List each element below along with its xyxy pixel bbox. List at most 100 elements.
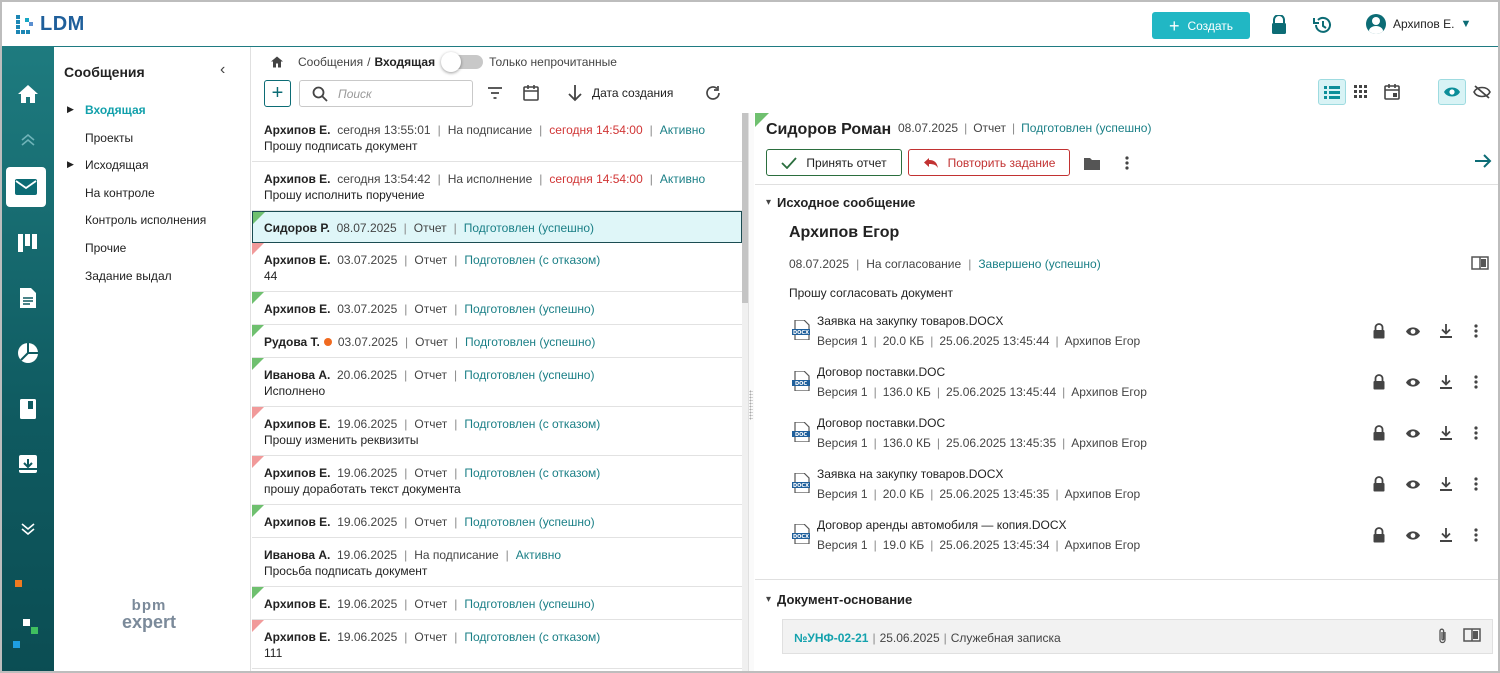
sidebar-item-execution-control[interactable]: Контроль исполнения [85, 213, 206, 227]
user-menu[interactable]: Архипов Е. ▼ [1366, 14, 1471, 34]
filter-icon[interactable] [486, 84, 504, 102]
lock-icon[interactable] [1370, 322, 1388, 340]
download-icon[interactable] [1437, 475, 1455, 493]
status-flag [252, 505, 264, 517]
list-view-icon[interactable] [1318, 79, 1346, 105]
grid-view-icon[interactable] [1347, 79, 1375, 105]
more-vertical-icon[interactable] [1470, 424, 1482, 442]
list-item[interactable]: Архипов Е. 03.07.2025 | Отчет | Подготовлен … [252, 292, 742, 325]
message-list: Архипов Е. сегодня 13:55:01 | На подписани… [252, 113, 742, 671]
more-vertical-icon[interactable] [1470, 373, 1482, 391]
history-icon[interactable] [1311, 13, 1335, 37]
preview-on-icon[interactable] [1438, 79, 1466, 105]
book-icon[interactable] [1471, 256, 1489, 273]
unread-only-toggle[interactable] [441, 52, 484, 72]
download-icon[interactable] [1437, 322, 1455, 340]
base-document-card[interactable]: №УНФ-02-21 | 25.06.2025 | Служебная записка [782, 619, 1493, 654]
attachment-row[interactable]: DOCX Заявка на закупку товаров.DOCX Верс… [792, 314, 1482, 354]
app-logo[interactable]: LDM [16, 13, 85, 36]
add-message-button[interactable]: + [264, 80, 291, 107]
arrow-right-icon[interactable] [1474, 153, 1492, 172]
chevron-down-icon: ▼ [1460, 18, 1472, 30]
folder-icon[interactable] [1082, 153, 1102, 173]
eye-icon[interactable] [1404, 322, 1422, 340]
status-flag [252, 325, 264, 337]
list-item[interactable]: Архипов Е. 19.06.2025 | Отчет | Подготовлен … [252, 407, 742, 456]
lock-icon[interactable] [1370, 424, 1388, 442]
list-item[interactable]: Архипов Е. 19.06.2025 | Отчет | Подготовлен … [252, 620, 742, 669]
refresh-icon[interactable] [704, 84, 722, 102]
plus-icon: + [1168, 15, 1180, 36]
more-vertical-icon[interactable] [1117, 153, 1137, 173]
sidebar-item-task-issued[interactable]: Задание выдал [85, 269, 172, 283]
eye-icon[interactable] [1404, 424, 1422, 442]
status-flag [252, 243, 264, 255]
lock-icon[interactable] [1370, 526, 1388, 544]
calendar-icon[interactable] [522, 84, 540, 102]
eye-icon[interactable] [1404, 526, 1422, 544]
list-item[interactable]: Архипов Е. сегодня 13:55:01 | На подписани… [252, 113, 742, 162]
preview-off-icon[interactable] [1468, 79, 1496, 105]
download-icon[interactable] [1437, 373, 1455, 391]
list-item[interactable]: Рудова Т. 03.07.2025 | Отчет | Подготовлен (у… [252, 325, 742, 358]
rail-archive-icon[interactable] [2, 444, 54, 484]
rail-expand-down-icon[interactable] [2, 509, 54, 549]
attachment-row[interactable]: DOC Договор поставки.DOC Версия 1 | 136.0 … [792, 365, 1482, 405]
list-item[interactable]: Иванова А. 20.06.2025 | Отчет | Подготовлен … [252, 358, 742, 407]
collapse-sidebar-icon[interactable]: ‹ [220, 61, 225, 79]
rail-collapse-up-icon[interactable] [2, 120, 54, 160]
book-icon[interactable] [1463, 628, 1481, 645]
rail-chart-icon[interactable] [2, 333, 54, 373]
home-icon[interactable] [270, 55, 284, 69]
download-icon[interactable] [1437, 526, 1455, 544]
logo-icon [16, 14, 34, 35]
breadcrumb-root[interactable]: Сообщения [298, 55, 363, 69]
eye-icon[interactable] [1404, 475, 1422, 493]
caret-right-icon[interactable]: ▶ [67, 159, 74, 170]
lock-icon[interactable] [1370, 475, 1388, 493]
more-vertical-icon[interactable] [1470, 526, 1482, 544]
caret-right-icon[interactable]: ▶ [67, 104, 74, 115]
doc-file-icon: DOC [792, 422, 810, 442]
sidebar-item-projects[interactable]: Проекты [85, 131, 133, 145]
rail-home-icon[interactable] [2, 74, 54, 114]
attachment-row[interactable]: DOCX Заявка на закупку товаров.DOCX Верс… [792, 467, 1482, 507]
rail-book-icon[interactable] [2, 389, 54, 429]
rail-board-icon[interactable] [2, 223, 54, 263]
download-icon[interactable] [1437, 424, 1455, 442]
sidebar-item-on-control[interactable]: На контроле [85, 186, 155, 200]
more-vertical-icon[interactable] [1470, 322, 1482, 340]
lock-icon[interactable] [1267, 13, 1291, 37]
accept-report-button[interactable]: Принять отчет [766, 149, 902, 176]
create-button[interactable]: + Создать [1152, 12, 1250, 39]
attachment-row[interactable]: DOC Договор поставки.DOC Версия 1 | 136.0 … [792, 416, 1482, 456]
base-document-section-toggle[interactable]: ▾ Документ-основание [766, 592, 912, 607]
paperclip-icon[interactable] [1438, 628, 1448, 647]
more-vertical-icon[interactable] [1470, 475, 1482, 493]
sort-by-date[interactable]: Дата создания [567, 84, 673, 102]
sidebar-item-other[interactable]: Прочие [85, 241, 126, 255]
list-item[interactable]: Архипов Е. 19.06.2025 | Отчет | Подготовлен … [252, 505, 742, 538]
svg-text:DOCX: DOCX [793, 330, 809, 336]
search-input[interactable]: Поиск [299, 80, 473, 107]
attachment-row[interactable]: DOCX Договор аренды автомобиля — копия.D… [792, 518, 1482, 558]
list-item[interactable]: Архипов Е. 19.06.2025 | Отчет | Подготовлен … [252, 456, 742, 505]
repeat-task-button[interactable]: Повторить задание [908, 149, 1070, 176]
base-document-link[interactable]: №УНФ-02-21 [794, 631, 868, 645]
rail-messages-icon[interactable] [6, 167, 46, 207]
avatar-icon [1366, 14, 1386, 34]
calendar-view-icon[interactable] [1378, 79, 1406, 105]
sidebar-item-outgoing[interactable]: Исходящая [85, 158, 148, 172]
list-item[interactable]: Иванова А. 19.06.2025 | На подписание | Акти… [252, 538, 742, 587]
list-item[interactable]: Архипов Е. сегодня 13:54:42 | На исполнени… [252, 162, 742, 211]
list-item[interactable]: Архипов Е. 03.07.2025 | Отчет | Подготовлен … [252, 243, 742, 292]
source-message-section-toggle[interactable]: ▾ Исходное сообщение [766, 195, 915, 210]
unread-dot [323, 338, 332, 346]
splitter-grip-icon[interactable] [749, 390, 753, 420]
list-item[interactable]: Архипов Е. 19.06.2025 | Отчет | Подготовлен … [252, 587, 742, 620]
eye-icon[interactable] [1404, 373, 1422, 391]
list-item-selected[interactable]: Сидоров Р. 08.07.2025 | Отчет | Подготовлен … [252, 211, 742, 243]
rail-document-icon[interactable] [2, 278, 54, 318]
lock-icon[interactable] [1370, 373, 1388, 391]
sidebar-item-incoming[interactable]: Входящая [85, 103, 146, 117]
